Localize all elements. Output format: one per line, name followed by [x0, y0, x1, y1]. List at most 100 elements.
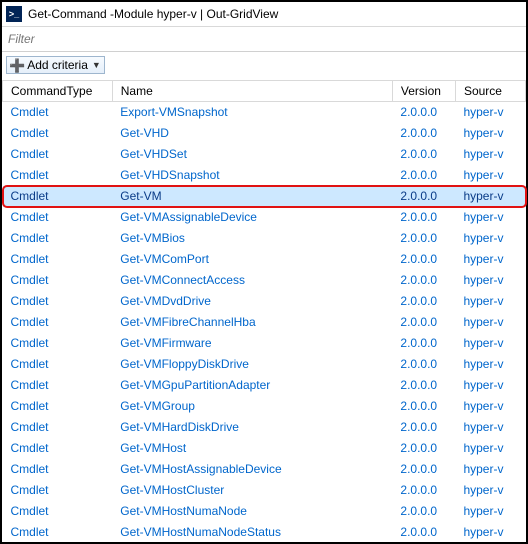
cell-type: Cmdlet: [3, 207, 113, 228]
header-name[interactable]: Name: [112, 81, 392, 102]
cell-type: Cmdlet: [3, 417, 113, 438]
cell-name: Get-VHDSnapshot: [112, 165, 392, 186]
cell-version: 2.0.0.0: [392, 291, 455, 312]
powershell-icon: [6, 6, 22, 22]
cell-source: hyper-v: [455, 417, 525, 438]
cell-source: hyper-v: [455, 312, 525, 333]
header-source[interactable]: Source: [455, 81, 525, 102]
cell-name: Get-VMBios: [112, 228, 392, 249]
cell-version: 2.0.0.0: [392, 144, 455, 165]
cell-type: Cmdlet: [3, 270, 113, 291]
header-version[interactable]: Version: [392, 81, 455, 102]
cell-source: hyper-v: [455, 375, 525, 396]
cell-version: 2.0.0.0: [392, 480, 455, 501]
cell-source: hyper-v: [455, 459, 525, 480]
table-row[interactable]: CmdletGet-VM2.0.0.0hyper-v: [3, 186, 526, 207]
cell-version: 2.0.0.0: [392, 333, 455, 354]
table-row[interactable]: CmdletGet-VMHostNumaNodeStatus2.0.0.0hyp…: [3, 522, 526, 543]
cell-type: Cmdlet: [3, 165, 113, 186]
window-titlebar: Get-Command -Module hyper-v | Out-GridVi…: [2, 2, 526, 27]
cell-version: 2.0.0.0: [392, 123, 455, 144]
chevron-down-icon: ▼: [92, 60, 101, 70]
cell-source: hyper-v: [455, 144, 525, 165]
cell-version: 2.0.0.0: [392, 207, 455, 228]
table-row[interactable]: CmdletGet-VMBios2.0.0.0hyper-v: [3, 228, 526, 249]
cell-name: Get-VMFloppyDiskDrive: [112, 354, 392, 375]
cell-source: hyper-v: [455, 333, 525, 354]
cell-source: hyper-v: [455, 186, 525, 207]
cell-type: Cmdlet: [3, 144, 113, 165]
table-row[interactable]: CmdletGet-VMDvdDrive2.0.0.0hyper-v: [3, 291, 526, 312]
cell-source: hyper-v: [455, 438, 525, 459]
cell-type: Cmdlet: [3, 480, 113, 501]
cell-type: Cmdlet: [3, 354, 113, 375]
cell-name: Get-VMFibreChannelHba: [112, 312, 392, 333]
table-row[interactable]: CmdletGet-VHDSet2.0.0.0hyper-v: [3, 144, 526, 165]
cell-source: hyper-v: [455, 291, 525, 312]
table-row[interactable]: CmdletGet-VHD2.0.0.0hyper-v: [3, 123, 526, 144]
cell-type: Cmdlet: [3, 228, 113, 249]
cell-type: Cmdlet: [3, 438, 113, 459]
cell-source: hyper-v: [455, 249, 525, 270]
cell-version: 2.0.0.0: [392, 228, 455, 249]
cell-name: Get-VMComPort: [112, 249, 392, 270]
cell-version: 2.0.0.0: [392, 270, 455, 291]
cell-source: hyper-v: [455, 207, 525, 228]
table-row[interactable]: CmdletGet-VMHostCluster2.0.0.0hyper-v: [3, 480, 526, 501]
table-row[interactable]: CmdletGet-VMHostAssignableDevice2.0.0.0h…: [3, 459, 526, 480]
table-row[interactable]: CmdletGet-VMGroup2.0.0.0hyper-v: [3, 396, 526, 417]
table-row[interactable]: CmdletGet-VHDSnapshot2.0.0.0hyper-v: [3, 165, 526, 186]
header-commandtype[interactable]: CommandType: [3, 81, 113, 102]
cell-name: Get-VHD: [112, 123, 392, 144]
criteria-bar: ➕ Add criteria ▼: [2, 52, 526, 81]
cell-name: Get-VMHostAssignableDevice: [112, 459, 392, 480]
cell-version: 2.0.0.0: [392, 417, 455, 438]
cell-source: hyper-v: [455, 354, 525, 375]
table-row[interactable]: CmdletGet-VMConnectAccess2.0.0.0hyper-v: [3, 270, 526, 291]
table-row[interactable]: CmdletGet-VMFibreChannelHba2.0.0.0hyper-…: [3, 312, 526, 333]
cell-name: Get-VMGpuPartitionAdapter: [112, 375, 392, 396]
cell-name: Get-VMHost: [112, 438, 392, 459]
header-row: CommandType Name Version Source: [3, 81, 526, 102]
cell-type: Cmdlet: [3, 333, 113, 354]
filter-input[interactable]: [2, 27, 526, 51]
cell-name: Get-VMHostNumaNode: [112, 501, 392, 522]
cell-name: Get-VMHostNumaNodeStatus: [112, 522, 392, 543]
plus-icon: ➕: [9, 59, 25, 72]
table-row[interactable]: CmdletExport-VMSnapshot2.0.0.0hyper-v: [3, 102, 526, 123]
add-criteria-label: Add criteria: [27, 58, 88, 72]
cell-name: Export-VMSnapshot: [112, 102, 392, 123]
table-row[interactable]: CmdletGet-VMAssignableDevice2.0.0.0hyper…: [3, 207, 526, 228]
cell-source: hyper-v: [455, 501, 525, 522]
table-row[interactable]: CmdletGet-VMHardDiskDrive2.0.0.0hyper-v: [3, 417, 526, 438]
filter-bar: [2, 27, 526, 52]
table-row[interactable]: CmdletGet-VMGpuPartitionAdapter2.0.0.0hy…: [3, 375, 526, 396]
cell-version: 2.0.0.0: [392, 459, 455, 480]
cell-name: Get-VM: [112, 186, 392, 207]
cell-source: hyper-v: [455, 228, 525, 249]
table-row[interactable]: CmdletGet-VMFirmware2.0.0.0hyper-v: [3, 333, 526, 354]
table-row[interactable]: CmdletGet-VMComPort2.0.0.0hyper-v: [3, 249, 526, 270]
cell-type: Cmdlet: [3, 249, 113, 270]
table-row[interactable]: CmdletGet-VMHost2.0.0.0hyper-v: [3, 438, 526, 459]
cell-source: hyper-v: [455, 270, 525, 291]
cell-type: Cmdlet: [3, 501, 113, 522]
cell-source: hyper-v: [455, 102, 525, 123]
cell-source: hyper-v: [455, 396, 525, 417]
add-criteria-button[interactable]: ➕ Add criteria ▼: [6, 56, 105, 74]
cell-name: Get-VHDSet: [112, 144, 392, 165]
cell-source: hyper-v: [455, 480, 525, 501]
cell-version: 2.0.0.0: [392, 312, 455, 333]
cell-type: Cmdlet: [3, 522, 113, 543]
cell-type: Cmdlet: [3, 375, 113, 396]
cell-version: 2.0.0.0: [392, 165, 455, 186]
cell-version: 2.0.0.0: [392, 186, 455, 207]
cell-version: 2.0.0.0: [392, 396, 455, 417]
cell-source: hyper-v: [455, 522, 525, 543]
cell-type: Cmdlet: [3, 396, 113, 417]
cell-type: Cmdlet: [3, 102, 113, 123]
cell-source: hyper-v: [455, 165, 525, 186]
table-row[interactable]: CmdletGet-VMHostNumaNode2.0.0.0hyper-v: [3, 501, 526, 522]
cell-type: Cmdlet: [3, 459, 113, 480]
table-row[interactable]: CmdletGet-VMFloppyDiskDrive2.0.0.0hyper-…: [3, 354, 526, 375]
